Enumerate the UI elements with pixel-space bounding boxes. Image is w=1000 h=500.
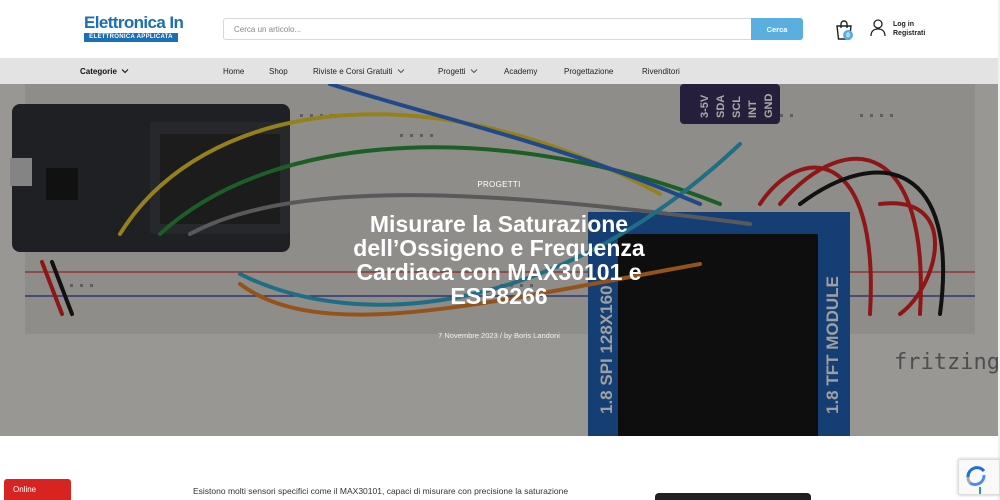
chevron-down-icon [470, 69, 477, 74]
nav-label: Rivenditori [642, 66, 680, 76]
site-logo[interactable]: Elettronica In ELETTRONICA APPLICATA [84, 13, 184, 44]
categories-label: Categorie [80, 66, 117, 76]
categories-menu[interactable]: Categorie [80, 58, 129, 84]
sidebar-widget [655, 493, 811, 500]
nav-item-progettazione[interactable]: Progettazione [564, 58, 613, 84]
main-nav: Categorie Home Shop Riviste e Corsi Grat… [0, 58, 1000, 84]
login-link[interactable]: Log in Registrati [893, 20, 925, 38]
header: Elettronica In ELETTRONICA APPLICATA Cer… [0, 0, 1000, 58]
nav-item-riviste[interactable]: Riviste e Corsi Gratuiti [313, 58, 405, 84]
post-meta: 7 Novembre 2023 / by Boris Landoni [438, 331, 560, 340]
nav-item-progetti[interactable]: Progetti [438, 58, 478, 84]
search-input[interactable] [224, 19, 752, 39]
search-button[interactable]: Cerca [751, 18, 803, 40]
cart-count-badge: 0 [843, 30, 853, 40]
nav-item-rivenditori[interactable]: Rivenditori [642, 58, 680, 84]
recaptcha-badge[interactable] [958, 459, 1000, 495]
search-bar: Cerca [223, 18, 803, 40]
user-icon[interactable] [870, 19, 886, 37]
hero-banner: 3-5V SDA SCL INT GND 1.8 SPI 128X160 1.8… [0, 84, 998, 436]
nav-item-home[interactable]: Home [223, 58, 244, 84]
logo-subtitle: ELETTRONICA APPLICATA [84, 33, 178, 42]
post-category[interactable]: PROGETTI [0, 180, 998, 189]
chat-online-button[interactable]: Online [4, 479, 71, 500]
nav-item-academy[interactable]: Academy [504, 58, 537, 84]
nav-item-shop[interactable]: Shop [269, 58, 288, 84]
nav-label: Shop [269, 66, 288, 76]
article-intro: Esistono molti sensori specifici come il… [193, 486, 569, 496]
logo-title: Elettronica In [84, 13, 184, 32]
nav-label: Progettazione [564, 66, 614, 76]
recaptcha-icon [966, 466, 986, 494]
post-title: Misurare la Saturazione dell’Ossigeno e … [353, 211, 645, 309]
login-label: Log in [893, 21, 914, 28]
chevron-down-icon [397, 69, 404, 74]
register-label: Registrati [893, 30, 926, 37]
nav-label: Riviste e Corsi Gratuiti [313, 66, 393, 76]
nav-label: Progetti [438, 66, 466, 76]
nav-label: Home [223, 66, 245, 76]
nav-label: Academy [504, 66, 538, 76]
chevron-down-icon [121, 69, 129, 74]
page: Elettronica In ELETTRONICA APPLICATA Cer… [0, 0, 1000, 500]
chat-label: Online [13, 485, 37, 494]
